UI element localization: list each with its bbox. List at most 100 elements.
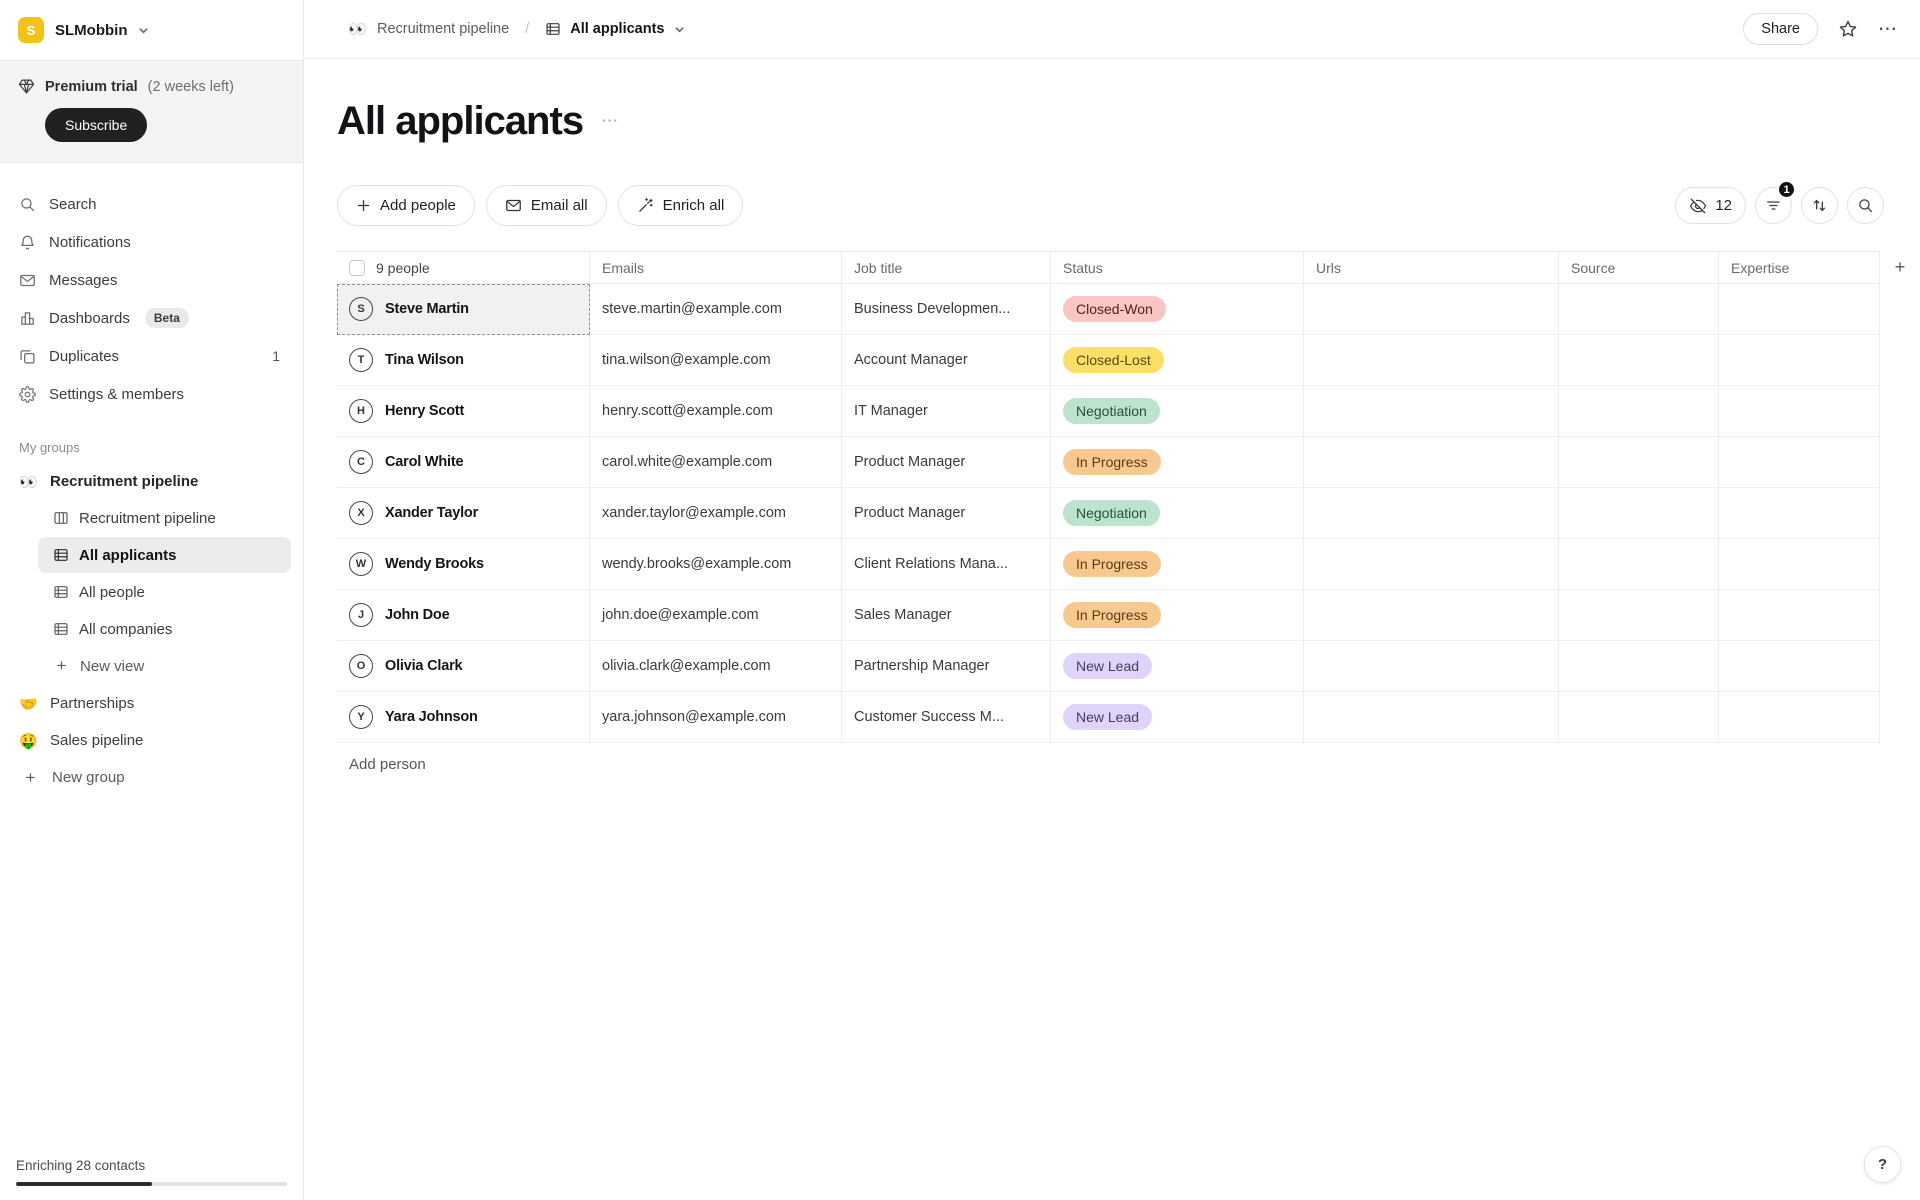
more-options-button[interactable]: ⋯ [1878,18,1898,41]
job-title-cell[interactable]: Business Developmen... [842,284,1051,335]
source-cell[interactable] [1559,539,1719,590]
job-title-cell[interactable]: Client Relations Mana... [842,539,1051,590]
person-name-cell[interactable]: C Carol White [337,437,590,488]
email-cell[interactable]: tina.wilson@example.com [590,335,842,386]
status-cell[interactable]: In Progress [1051,590,1304,641]
sidebar-new-group[interactable]: + New group [0,759,303,796]
column-header-status[interactable]: Status [1051,251,1304,284]
email-cell[interactable]: john.doe@example.com [590,590,842,641]
source-cell[interactable] [1559,386,1719,437]
email-cell[interactable]: yara.johnson@example.com [590,692,842,743]
sidebar-item-search[interactable]: Search [8,185,295,223]
workspace-switcher[interactable]: S SLMobbin [0,0,303,60]
help-button[interactable]: ? [1864,1146,1901,1183]
email-all-button[interactable]: Email all [486,185,607,226]
urls-cell[interactable] [1304,692,1559,743]
source-cell[interactable] [1559,488,1719,539]
email-cell[interactable]: henry.scott@example.com [590,386,842,437]
sidebar-group-recruitment-pipeline[interactable]: 👀 Recruitment pipeline [0,463,303,500]
status-cell[interactable]: Negotiation [1051,488,1304,539]
title-more-button[interactable]: ⋯ [601,111,618,131]
column-header-urls[interactable]: Urls [1304,251,1559,284]
status-cell[interactable]: Closed-Won [1051,284,1304,335]
source-cell[interactable] [1559,284,1719,335]
person-name-cell[interactable]: S Steve Martin [337,284,590,335]
urls-cell[interactable] [1304,641,1559,692]
expertise-cell[interactable] [1719,488,1880,539]
column-header-job-title[interactable]: Job title [842,251,1051,284]
job-title-cell[interactable]: Product Manager [842,437,1051,488]
status-cell[interactable]: In Progress [1051,437,1304,488]
search-in-view-button[interactable] [1847,187,1884,224]
source-cell[interactable] [1559,335,1719,386]
job-title-cell[interactable]: Product Manager [842,488,1051,539]
add-column-button[interactable]: + [1880,251,1920,284]
urls-cell[interactable] [1304,437,1559,488]
source-cell[interactable] [1559,692,1719,743]
expertise-cell[interactable] [1719,386,1880,437]
status-cell[interactable]: Negotiation [1051,386,1304,437]
sidebar-new-view[interactable]: + New view [38,648,291,684]
status-cell[interactable]: Closed-Lost [1051,335,1304,386]
sidebar-group-partnerships[interactable]: 🤝 Partnerships [0,685,303,722]
job-title-cell[interactable]: Partnership Manager [842,641,1051,692]
add-person-button[interactable]: Add person [337,756,426,773]
person-name-cell[interactable]: W Wendy Brooks [337,539,590,590]
column-header-expertise[interactable]: Expertise [1719,251,1880,284]
urls-cell[interactable] [1304,386,1559,437]
email-cell[interactable]: carol.white@example.com [590,437,842,488]
sidebar-view-recruitment-pipeline[interactable]: Recruitment pipeline [38,500,291,536]
urls-cell[interactable] [1304,335,1559,386]
sidebar-item-messages[interactable]: Messages [8,261,295,299]
sidebar-item-notifications[interactable]: Notifications [8,223,295,261]
sidebar-item-dashboards[interactable]: Dashboards Beta [8,299,295,337]
person-name-cell[interactable]: O Olivia Clark [337,641,590,692]
breadcrumb-group[interactable]: Recruitment pipeline [377,21,509,37]
column-header-emails[interactable]: Emails [590,251,842,284]
add-people-button[interactable]: Add people [337,185,475,226]
column-header-source[interactable]: Source [1559,251,1719,284]
person-name-cell[interactable]: Y Yara Johnson [337,692,590,743]
urls-cell[interactable] [1304,539,1559,590]
hidden-fields-button[interactable]: 12 [1675,187,1746,224]
person-name-cell[interactable]: X Xander Taylor [337,488,590,539]
select-all-checkbox[interactable] [349,260,365,276]
urls-cell[interactable] [1304,284,1559,335]
person-name-cell[interactable]: H Henry Scott [337,386,590,437]
expertise-cell[interactable] [1719,590,1880,641]
subscribe-button[interactable]: Subscribe [45,108,147,142]
status-cell[interactable]: New Lead [1051,641,1304,692]
source-cell[interactable] [1559,641,1719,692]
urls-cell[interactable] [1304,488,1559,539]
job-title-cell[interactable]: IT Manager [842,386,1051,437]
expertise-cell[interactable] [1719,284,1880,335]
source-cell[interactable] [1559,437,1719,488]
status-cell[interactable]: In Progress [1051,539,1304,590]
sidebar-item-duplicates[interactable]: Duplicates 1 [8,337,295,375]
enrich-all-button[interactable]: Enrich all [618,185,744,226]
job-title-cell[interactable]: Sales Manager [842,590,1051,641]
sort-button[interactable] [1801,187,1838,224]
expertise-cell[interactable] [1719,692,1880,743]
email-cell[interactable]: xander.taylor@example.com [590,488,842,539]
person-name-cell[interactable]: T Tina Wilson [337,335,590,386]
breadcrumb-view[interactable]: All applicants [545,21,684,37]
expertise-cell[interactable] [1719,437,1880,488]
job-title-cell[interactable]: Customer Success M... [842,692,1051,743]
person-name-cell[interactable]: J John Doe [337,590,590,641]
sidebar-group-sales-pipeline[interactable]: 🤑 Sales pipeline [0,722,303,759]
expertise-cell[interactable] [1719,335,1880,386]
expertise-cell[interactable] [1719,641,1880,692]
source-cell[interactable] [1559,590,1719,641]
status-cell[interactable]: New Lead [1051,692,1304,743]
sidebar-view-all-people[interactable]: All people [38,574,291,610]
sidebar-item-settings[interactable]: Settings & members [8,375,295,413]
job-title-cell[interactable]: Account Manager [842,335,1051,386]
favorite-star-button[interactable] [1836,17,1860,41]
share-button[interactable]: Share [1743,13,1818,45]
sidebar-view-all-applicants[interactable]: All applicants [38,537,291,573]
expertise-cell[interactable] [1719,539,1880,590]
email-cell[interactable]: steve.martin@example.com [590,284,842,335]
email-cell[interactable]: wendy.brooks@example.com [590,539,842,590]
email-cell[interactable]: olivia.clark@example.com [590,641,842,692]
